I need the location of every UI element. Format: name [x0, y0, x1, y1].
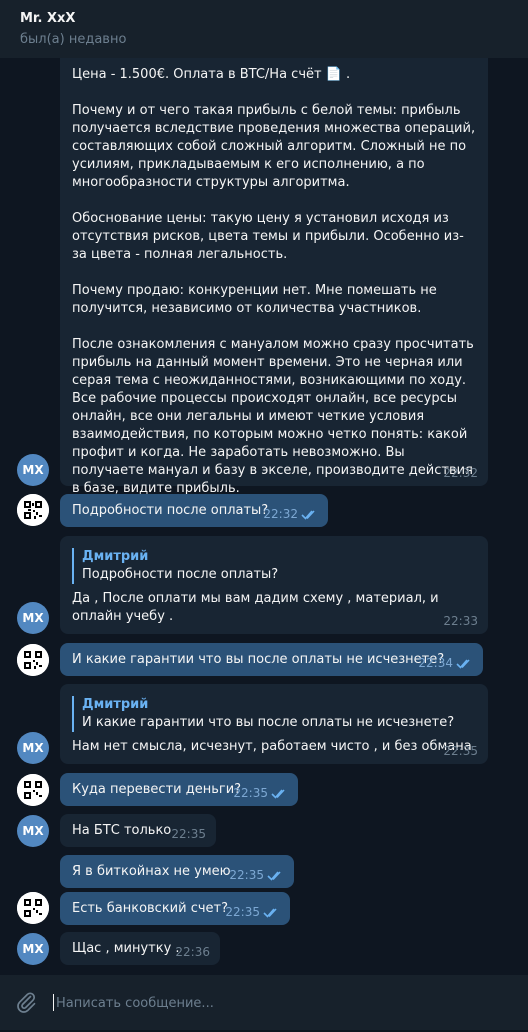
message-time: 22:34 — [418, 656, 453, 670]
reply-author: Дмитрий — [82, 549, 149, 564]
double-check-icon — [263, 908, 277, 918]
message-time: 22:35 — [233, 786, 268, 800]
message-list[interactable]: Цена - 1.500€. Оплата в BTC/На счёт 📄 . … — [0, 58, 528, 975]
message-time: 22:35 — [229, 868, 264, 882]
qr-avatar[interactable] — [17, 774, 49, 806]
avatar[interactable]: MX — [17, 732, 49, 764]
paperclip-icon[interactable] — [14, 990, 38, 1014]
contact-name[interactable]: Mr. XxX — [20, 10, 508, 28]
message-time: 22:32 — [443, 466, 478, 480]
qr-code-icon — [17, 892, 49, 924]
message-text: Нам нет смысла, исчезнут, работаем чисто… — [72, 739, 472, 754]
outgoing-message[interactable]: Я в биткойнах не умею 22:35 — [60, 855, 294, 888]
message-time: 22:36 — [175, 945, 210, 959]
message-time: 22:35 — [171, 827, 206, 841]
avatar[interactable]: MX — [17, 933, 49, 965]
incoming-message[interactable]: Дмитрий И какие гарантии что вы после оп… — [60, 684, 488, 764]
incoming-message[interactable]: Цена - 1.500€. Оплата в BTC/На счёт 📄 . … — [60, 58, 488, 496]
avatar[interactable]: MX — [17, 454, 49, 486]
incoming-message[interactable]: На БТС только 22:35 — [60, 814, 216, 847]
message-time: 22:35 — [225, 905, 260, 919]
message-text: Да , После оплати мы вам дадим схему , м… — [72, 591, 443, 624]
qr-code-icon — [17, 494, 49, 526]
reply-quote[interactable]: Дмитрий Подробности после оплаты? — [72, 548, 476, 584]
reply-text: Подробности после оплаты? — [82, 567, 279, 582]
double-check-icon — [456, 659, 470, 669]
qr-code-icon — [17, 644, 49, 676]
incoming-message[interactable]: Дмитрий Подробности после оплаты? Да , П… — [60, 536, 488, 634]
chat-header[interactable]: Mr. XxX был(а) недавно — [0, 0, 528, 58]
reply-quote[interactable]: Дмитрий И какие гарантии что вы после оп… — [72, 696, 476, 732]
outgoing-message[interactable]: Есть банковский счет? 22:35 — [60, 892, 290, 925]
double-check-icon — [271, 789, 285, 799]
avatar[interactable]: MX — [17, 815, 49, 847]
double-check-icon — [267, 871, 281, 881]
qr-avatar[interactable] — [17, 892, 49, 924]
message-text: И какие гарантии что вы после оплаты не … — [72, 652, 445, 667]
reply-author: Дмитрий — [82, 697, 149, 712]
incoming-message[interactable]: Щас , минутку . 22:36 — [60, 932, 220, 965]
message-input[interactable] — [54, 975, 498, 1032]
message-text: Цена - 1.500€. Оплата в BTC/На счёт 📄 . … — [72, 67, 476, 496]
outgoing-message[interactable]: И какие гарантии что вы после оплаты не … — [60, 643, 483, 676]
avatar[interactable]: MX — [17, 602, 49, 634]
outgoing-message[interactable]: Подробности после оплаты? 22:32 — [60, 494, 328, 527]
qr-code-icon — [17, 774, 49, 806]
message-composer — [0, 975, 528, 1032]
message-time: 22:35 — [443, 744, 478, 758]
contact-status: был(а) недавно — [20, 32, 127, 47]
message-time: 22:33 — [443, 614, 478, 628]
reply-text: И какие гарантии что вы после оплаты не … — [82, 715, 455, 730]
qr-avatar[interactable] — [17, 644, 49, 676]
double-check-icon — [301, 510, 315, 520]
outgoing-message[interactable]: Куда перевести деньги? 22:35 — [60, 773, 298, 806]
qr-avatar[interactable] — [17, 494, 49, 526]
message-time: 22:32 — [263, 507, 298, 521]
